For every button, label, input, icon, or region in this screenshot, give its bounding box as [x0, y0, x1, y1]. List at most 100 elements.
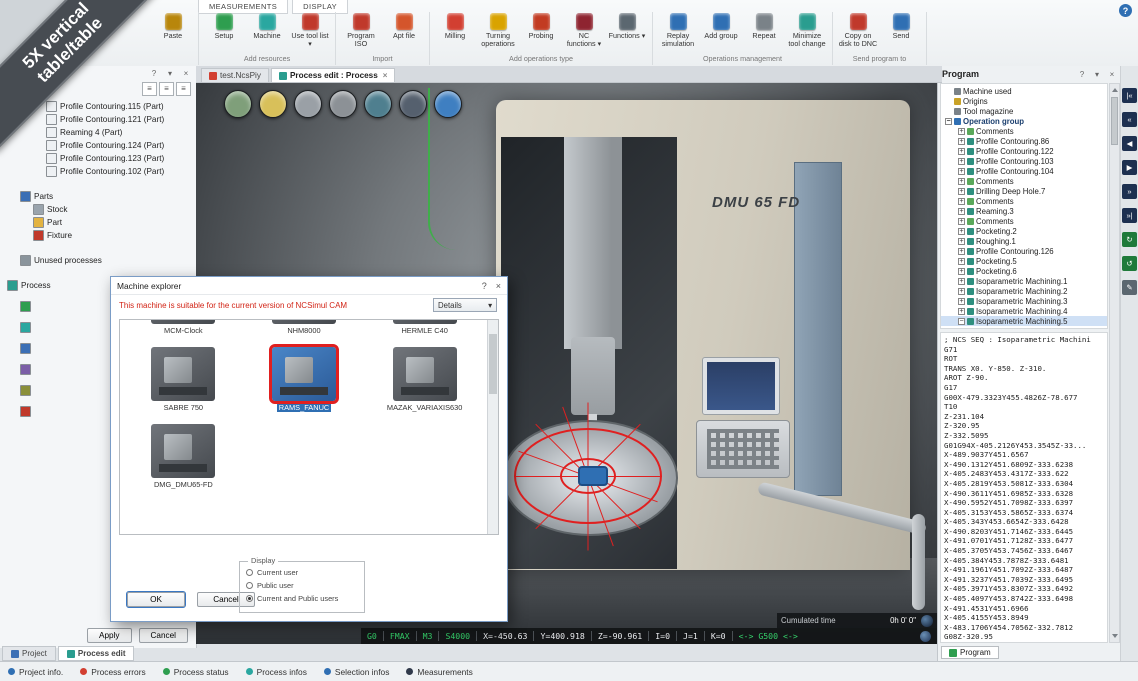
step-back-button[interactable]: ◀ — [1122, 136, 1137, 151]
program-iso-button[interactable]: Program ISO — [341, 12, 381, 53]
expand-collapse-icon[interactable]: + — [958, 308, 965, 315]
program-tree-item[interactable]: + Isoparametric Machining.1 — [941, 276, 1107, 286]
machine-item-nhm8000[interactable]: NHM8000 — [247, 319, 362, 335]
program-tree-item[interactable]: + Isoparametric Machining.3 — [941, 296, 1107, 306]
program-tree-item[interactable]: + Comments — [941, 216, 1107, 226]
scrollbar-thumb[interactable] — [1111, 97, 1118, 145]
setup-button[interactable]: Setup — [204, 12, 244, 53]
view-section-button[interactable] — [364, 90, 392, 118]
view-cube-button[interactable] — [259, 90, 287, 118]
program-tree-item[interactable]: + Profile Contouring.86 — [941, 136, 1107, 146]
status-item[interactable]: Process errors — [80, 667, 145, 677]
radio-icon[interactable] — [246, 569, 253, 576]
edit-button[interactable]: ✎ — [1122, 280, 1137, 295]
dialog-help-icon[interactable]: ? — [482, 281, 487, 291]
panel-dropdown-icon[interactable]: ▾ — [165, 69, 175, 78]
view-sphere-button[interactable] — [294, 90, 322, 118]
program-tree-item[interactable]: + Profile Contouring.103 — [941, 156, 1107, 166]
program-tree-item[interactable]: + Pocketing.6 — [941, 266, 1107, 276]
scroll-down-icon[interactable] — [1112, 634, 1118, 638]
program-scrollbar[interactable] — [1109, 83, 1120, 643]
expand-collapse-icon[interactable]: + — [958, 278, 965, 285]
expand-collapse-icon[interactable]: + — [958, 288, 965, 295]
tree-item[interactable]: Profile Contouring.123 (Part) — [3, 152, 193, 165]
tree-item[interactable]: Profile Contouring.102 (Part) — [3, 165, 193, 178]
milling-button[interactable]: Milling — [435, 12, 475, 53]
expand-collapse-icon[interactable]: + — [958, 208, 965, 215]
program-tree-item[interactable]: + Profile Contouring.122 — [941, 146, 1107, 156]
machine-item-dmg-dmu65-fd[interactable]: DMG_DMU65-FD — [126, 424, 241, 489]
expand-collapse-icon[interactable]: + — [958, 178, 965, 185]
expand-collapse-icon[interactable]: − — [945, 118, 952, 125]
program-tree-item[interactable]: + Isoparametric Machining.2 — [941, 286, 1107, 296]
replay-simulation-button[interactable]: Replay simulation — [658, 12, 698, 53]
tree-item[interactable]: Fixture — [3, 229, 193, 242]
program-tree-item[interactable]: + Isoparametric Machining.4 — [941, 306, 1107, 316]
machine-list[interactable]: MCM-Clock NHM8000 HERMLE C40 SAB — [119, 319, 499, 535]
program-tree-item[interactable]: + Drilling Deep Hole.7 — [941, 186, 1107, 196]
expand-collapse-icon[interactable]: + — [958, 218, 965, 225]
view-shaded-button[interactable] — [329, 90, 357, 118]
program-tree-item[interactable]: Origins — [941, 96, 1107, 106]
expand-collapse-icon[interactable]: + — [958, 168, 965, 175]
expand-collapse-icon[interactable]: + — [958, 138, 965, 145]
machine-item-hermle-c40[interactable]: HERMLE C40 — [367, 319, 482, 335]
status-item[interactable]: Project info. — [8, 667, 63, 677]
radio-icon[interactable] — [246, 582, 253, 589]
program-tree-item[interactable]: − Operation group — [941, 116, 1107, 126]
program-tree-item[interactable]: Tool magazine — [941, 106, 1107, 116]
expand-collapse-icon[interactable]: + — [958, 148, 965, 155]
program-dropdown-icon[interactable]: ▾ — [1092, 70, 1102, 79]
panel-help-icon[interactable]: ? — [149, 69, 159, 78]
details-dropdown[interactable]: Details ▾ — [433, 298, 497, 312]
tree-item[interactable]: Profile Contouring.124 (Part) — [3, 139, 193, 152]
scrollbar-thumb[interactable] — [489, 334, 497, 394]
machine-item-mazak-variaxis630[interactable]: MAZAK_VARIAXIS630 — [367, 347, 482, 412]
program-tree-item[interactable]: + Comments — [941, 176, 1107, 186]
probing-button[interactable]: Probing — [521, 12, 561, 53]
go-start-button[interactable]: |« — [1122, 88, 1137, 103]
tree-item[interactable]: Stock — [3, 203, 193, 216]
apt-file-button[interactable]: Apt file — [384, 12, 424, 53]
display-option-radio[interactable]: Current user — [246, 566, 358, 579]
expand-collapse-icon[interactable]: + — [958, 228, 965, 235]
add-group-button[interactable]: Add group — [701, 12, 741, 53]
functions-button[interactable]: Functions ▾ — [607, 12, 647, 53]
view-mode-list-button[interactable]: ≡ — [142, 82, 157, 96]
use-tool-list-button[interactable]: Use tool list ▾ — [290, 12, 330, 53]
expand-collapse-icon[interactable]: + — [958, 268, 965, 275]
reset-button[interactable]: ↺ — [1122, 256, 1137, 271]
machine-item-sabre-750[interactable]: SABRE 750 — [126, 347, 241, 412]
tree-item[interactable]: Parts — [3, 190, 193, 203]
expand-collapse-icon[interactable]: + — [958, 198, 965, 205]
program-close-icon[interactable]: × — [1107, 70, 1117, 79]
fast-forward-button[interactable]: » — [1122, 184, 1137, 199]
dialog-title-bar[interactable]: Machine explorer ?× — [111, 277, 507, 295]
program-tree-item[interactable]: + Comments — [941, 126, 1107, 136]
expand-collapse-icon[interactable]: − — [958, 318, 965, 325]
minimize-tool-change-button[interactable]: Minimize tool change — [787, 12, 827, 53]
view-wireframe-button[interactable] — [399, 90, 427, 118]
view-orbit-button[interactable] — [224, 90, 252, 118]
tab-test-ncspiy[interactable]: test.NcsPiy — [201, 68, 269, 82]
program-tree-item[interactable]: + Comments — [941, 196, 1107, 206]
go-end-button[interactable]: »| — [1122, 208, 1137, 223]
display-option-radio[interactable]: Public user — [246, 579, 358, 592]
apply-button[interactable]: Apply — [87, 628, 131, 643]
replay-button[interactable]: ↻ — [1122, 232, 1137, 247]
help-button[interactable]: ? — [1119, 4, 1132, 17]
tab-process-edit[interactable]: Process edit — [58, 646, 135, 661]
tab-project[interactable]: Project — [2, 646, 56, 661]
tree-item[interactable]: Unused processes — [3, 254, 193, 267]
machine-button[interactable]: Machine — [247, 12, 287, 53]
program-tree-item[interactable]: + Pocketing.2 — [941, 226, 1107, 236]
view-mode-tree-button[interactable]: ≡ — [176, 82, 191, 96]
fast-rewind-button[interactable]: « — [1122, 112, 1137, 127]
expand-collapse-icon[interactable]: + — [958, 298, 965, 305]
expand-collapse-icon[interactable]: + — [958, 248, 965, 255]
nc-functions-button[interactable]: NC functions ▾ — [564, 12, 604, 53]
program-help-icon[interactable]: ? — [1077, 70, 1087, 79]
tab-program[interactable]: Program — [941, 646, 999, 659]
dialog-close-icon[interactable]: × — [496, 281, 501, 291]
panel-close-icon[interactable]: × — [181, 69, 191, 78]
